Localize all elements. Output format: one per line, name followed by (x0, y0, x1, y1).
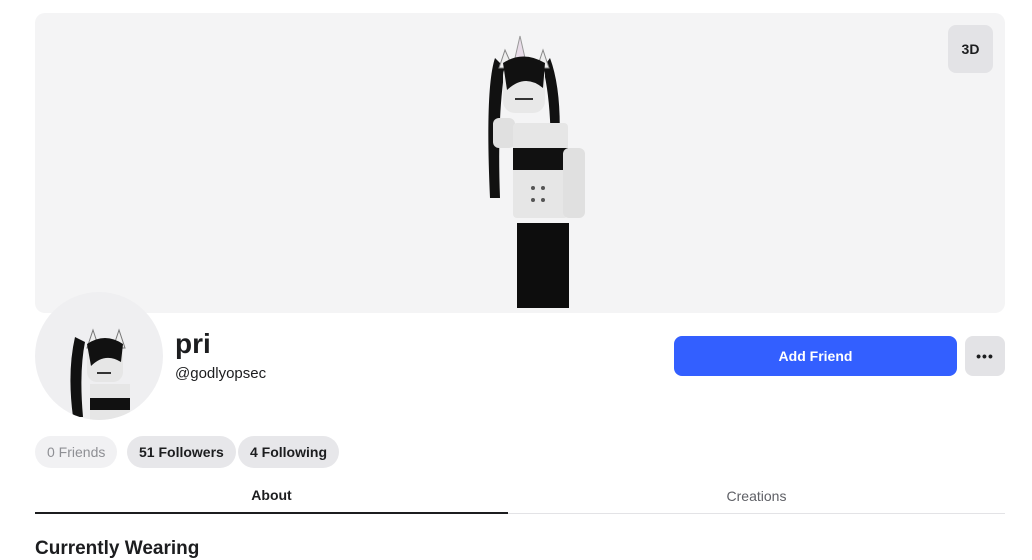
tab-about[interactable]: About (35, 478, 508, 514)
avatar-3d-render[interactable] (455, 28, 585, 308)
username: @godlyopsec (175, 365, 267, 382)
display-name: pri (175, 328, 211, 359)
followers-count[interactable]: 51 Followers (127, 436, 236, 468)
headshot-image (70, 328, 130, 420)
add-friend-button[interactable]: Add Friend (674, 336, 957, 376)
currently-wearing-heading: Currently Wearing (35, 538, 200, 559)
friends-count[interactable]: 0 Friends (35, 436, 118, 468)
avatar-banner: 3D (35, 13, 1005, 313)
tab-creations[interactable]: Creations (508, 478, 1005, 514)
following-count[interactable]: 4 Following (238, 436, 339, 468)
toggle-3d-button[interactable]: 3D (948, 25, 993, 73)
avatar-headshot[interactable] (35, 292, 163, 420)
ellipsis-icon: ••• (976, 348, 994, 364)
more-options-button[interactable]: ••• (965, 336, 1005, 376)
